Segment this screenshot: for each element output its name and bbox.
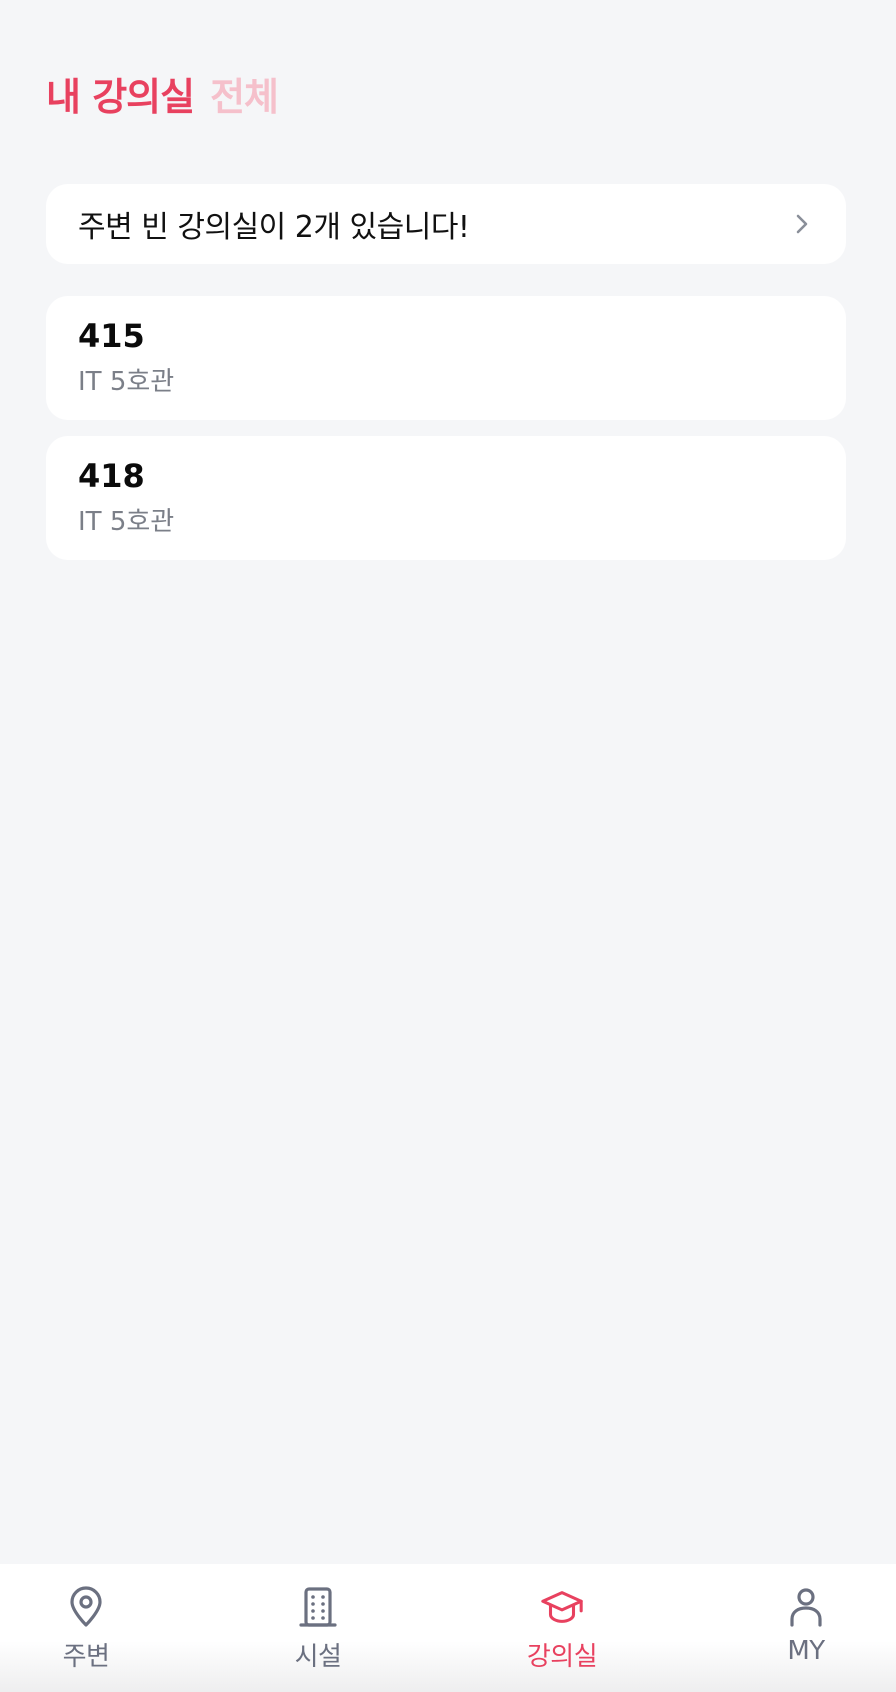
graduation-cap-icon (539, 1584, 585, 1630)
classroom-number: 418 (78, 457, 145, 495)
classroom-tabs: 내 강의실 전체 (46, 66, 279, 121)
nearby-empty-classrooms-banner[interactable]: 주변 빈 강의실이 2개 있습니다! (46, 184, 846, 264)
chevron-right-icon (790, 212, 814, 236)
classroom-card[interactable]: 415 IT 5호관 (46, 296, 846, 420)
nav-item-nearby[interactable]: 주변 (26, 1564, 146, 1692)
nav-item-classrooms[interactable]: 강의실 (502, 1564, 622, 1692)
tab-all-classrooms[interactable]: 전체 (210, 66, 279, 121)
banner-text: 주변 빈 강의실이 2개 있습니다! (78, 210, 470, 245)
nav-label: MY (787, 1636, 825, 1666)
nav-label: 주변 (62, 1642, 110, 1672)
nav-label: 강의실 (526, 1642, 598, 1672)
tab-my-classrooms[interactable]: 내 강의실 (46, 66, 195, 121)
classroom-building: IT 5호관 (78, 367, 175, 397)
nav-item-facilities[interactable]: 시설 (258, 1564, 378, 1692)
classroom-list: 415 IT 5호관 418 IT 5호관 (46, 296, 846, 576)
nav-item-my[interactable]: MY (746, 1564, 866, 1692)
classroom-number: 415 (78, 317, 145, 355)
classroom-building: IT 5호관 (78, 507, 175, 537)
nav-label: 시설 (294, 1642, 342, 1672)
bottom-navigation: 주변 시설 강의실 MY (0, 1564, 896, 1692)
map-pin-icon (63, 1584, 109, 1630)
building-icon (295, 1584, 341, 1630)
classroom-card[interactable]: 418 IT 5호관 (46, 436, 846, 560)
user-icon (783, 1584, 829, 1630)
